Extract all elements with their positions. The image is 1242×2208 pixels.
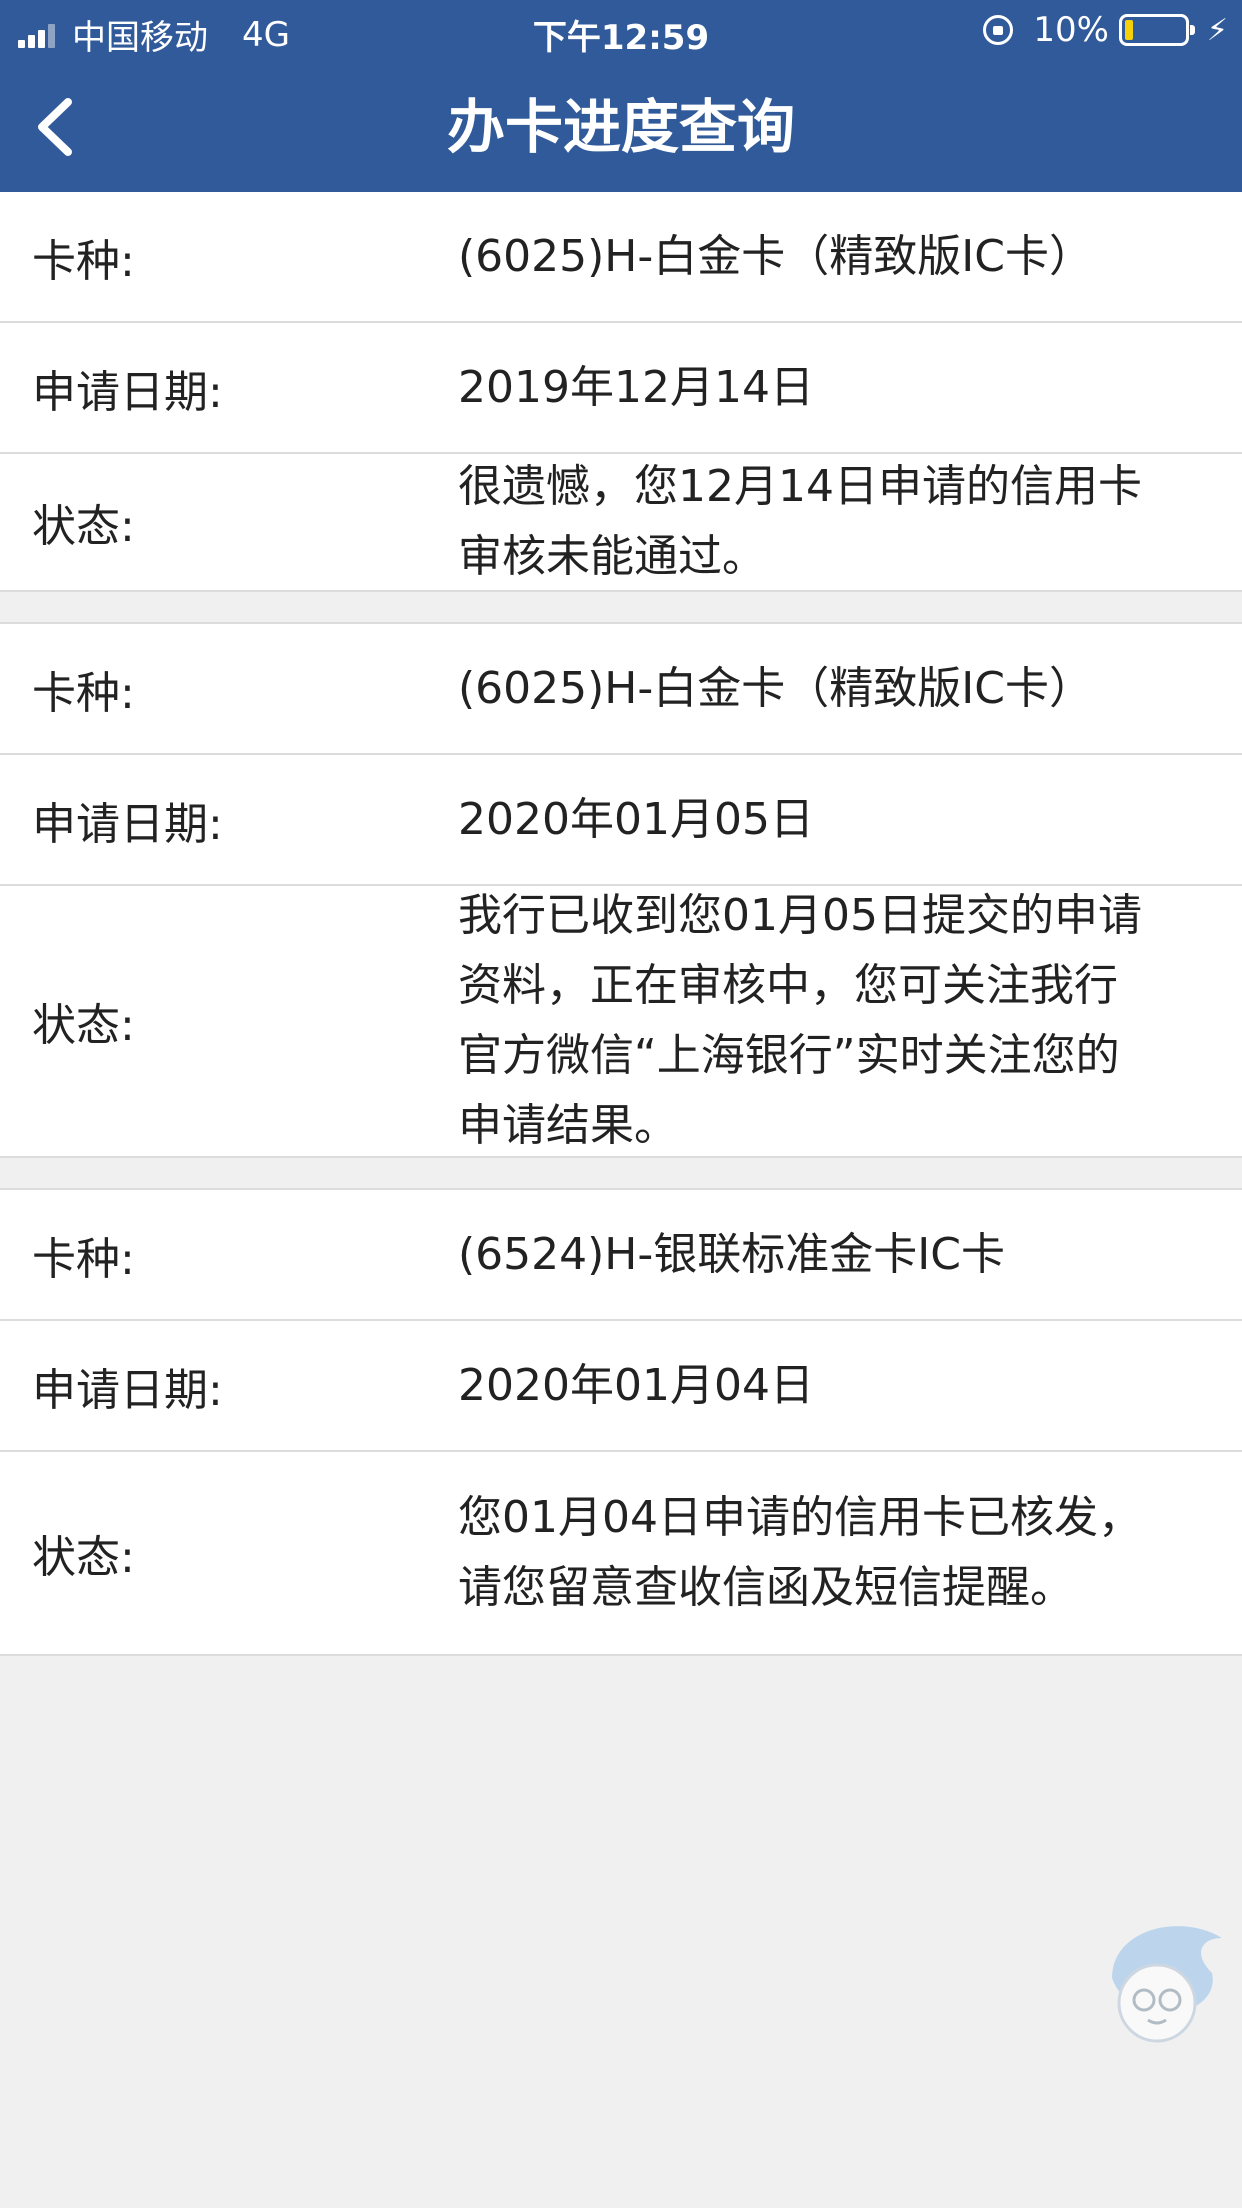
charging-bolt-icon: ⚡: [1206, 12, 1228, 48]
application-record: 卡种: (6025)H-白金卡（精致版IC卡） 申请日期: 2019年12月14…: [0, 192, 1242, 592]
record-divider: [0, 1158, 1242, 1190]
apply-date-row: 申请日期: 2020年01月04日: [0, 1321, 1242, 1452]
status-value: 我行已收到您01月05日提交的申请资料，正在审核中，您可关注我行官方微信“上海银…: [458, 890, 1142, 1151]
status-row: 状态: 我行已收到您01月05日提交的申请资料，正在审核中，您可关注我行官方微信…: [0, 886, 1242, 1158]
card-type-row: 卡种: (6025)H-白金卡（精致版IC卡）: [0, 624, 1242, 755]
status-row: 状态: 您01月04日申请的信用卡已核发，请您留意查收信函及短信提醒。: [0, 1452, 1242, 1656]
status-row: 状态: 很遗憾，您12月14日申请的信用卡审核未能通过。: [0, 454, 1242, 592]
apply-date-row: 申请日期: 2019年12月14日: [0, 323, 1242, 454]
assistant-mascot-icon[interactable]: [1072, 1908, 1242, 2048]
battery-icon: [1118, 14, 1195, 46]
application-record: 卡种: (6025)H-白金卡（精致版IC卡） 申请日期: 2020年01月05…: [0, 624, 1242, 1158]
apply-date-value: 2019年12月14日: [458, 361, 814, 413]
status-value: 您01月04日申请的信用卡已核发，请您留意查收信函及短信提醒。: [458, 1492, 1142, 1613]
apply-date-label: 申请日期:: [32, 798, 223, 850]
apply-date-label: 申请日期:: [32, 1364, 223, 1416]
status-bar: 中国移动 4G 下午12:59 10% ⚡: [0, 0, 1242, 62]
status-right: 10% ⚡: [983, 10, 1228, 50]
card-type-value: (6025)H-白金卡（精致版IC卡）: [458, 662, 1093, 714]
nav-bar: 办卡进度查询: [0, 62, 1242, 192]
apply-date-label: 申请日期:: [32, 366, 223, 418]
card-type-row: 卡种: (6025)H-白金卡（精致版IC卡）: [0, 192, 1242, 323]
card-type-label: 卡种:: [32, 667, 135, 719]
apply-date-value: 2020年01月04日: [458, 1359, 814, 1411]
status-label: 状态:: [32, 1532, 135, 1583]
rotation-lock-icon: [983, 15, 1014, 45]
card-type-label: 卡种:: [32, 235, 135, 287]
status-label: 状态:: [32, 1000, 135, 1051]
card-type-value: (6025)H-白金卡（精致版IC卡）: [458, 230, 1093, 282]
apply-date-row: 申请日期: 2020年01月05日: [0, 755, 1242, 886]
application-record: 卡种: (6524)H-银联标准金卡IC卡 申请日期: 2020年01月04日 …: [0, 1190, 1242, 1656]
progress-list: 卡种: (6025)H-白金卡（精致版IC卡） 申请日期: 2019年12月14…: [0, 192, 1242, 1656]
page-title: 办卡进度查询: [446, 93, 795, 161]
status-value: 很遗憾，您12月14日申请的信用卡审核未能通过。: [458, 461, 1142, 582]
record-divider: [0, 592, 1242, 624]
status-label: 状态:: [32, 501, 135, 552]
apply-date-value: 2020年01月05日: [458, 793, 814, 845]
card-type-value: (6524)H-银联标准金卡IC卡: [458, 1228, 1005, 1280]
battery-percent: 10%: [1033, 10, 1109, 50]
card-type-label: 卡种:: [32, 1233, 135, 1285]
card-type-row: 卡种: (6524)H-银联标准金卡IC卡: [0, 1190, 1242, 1321]
